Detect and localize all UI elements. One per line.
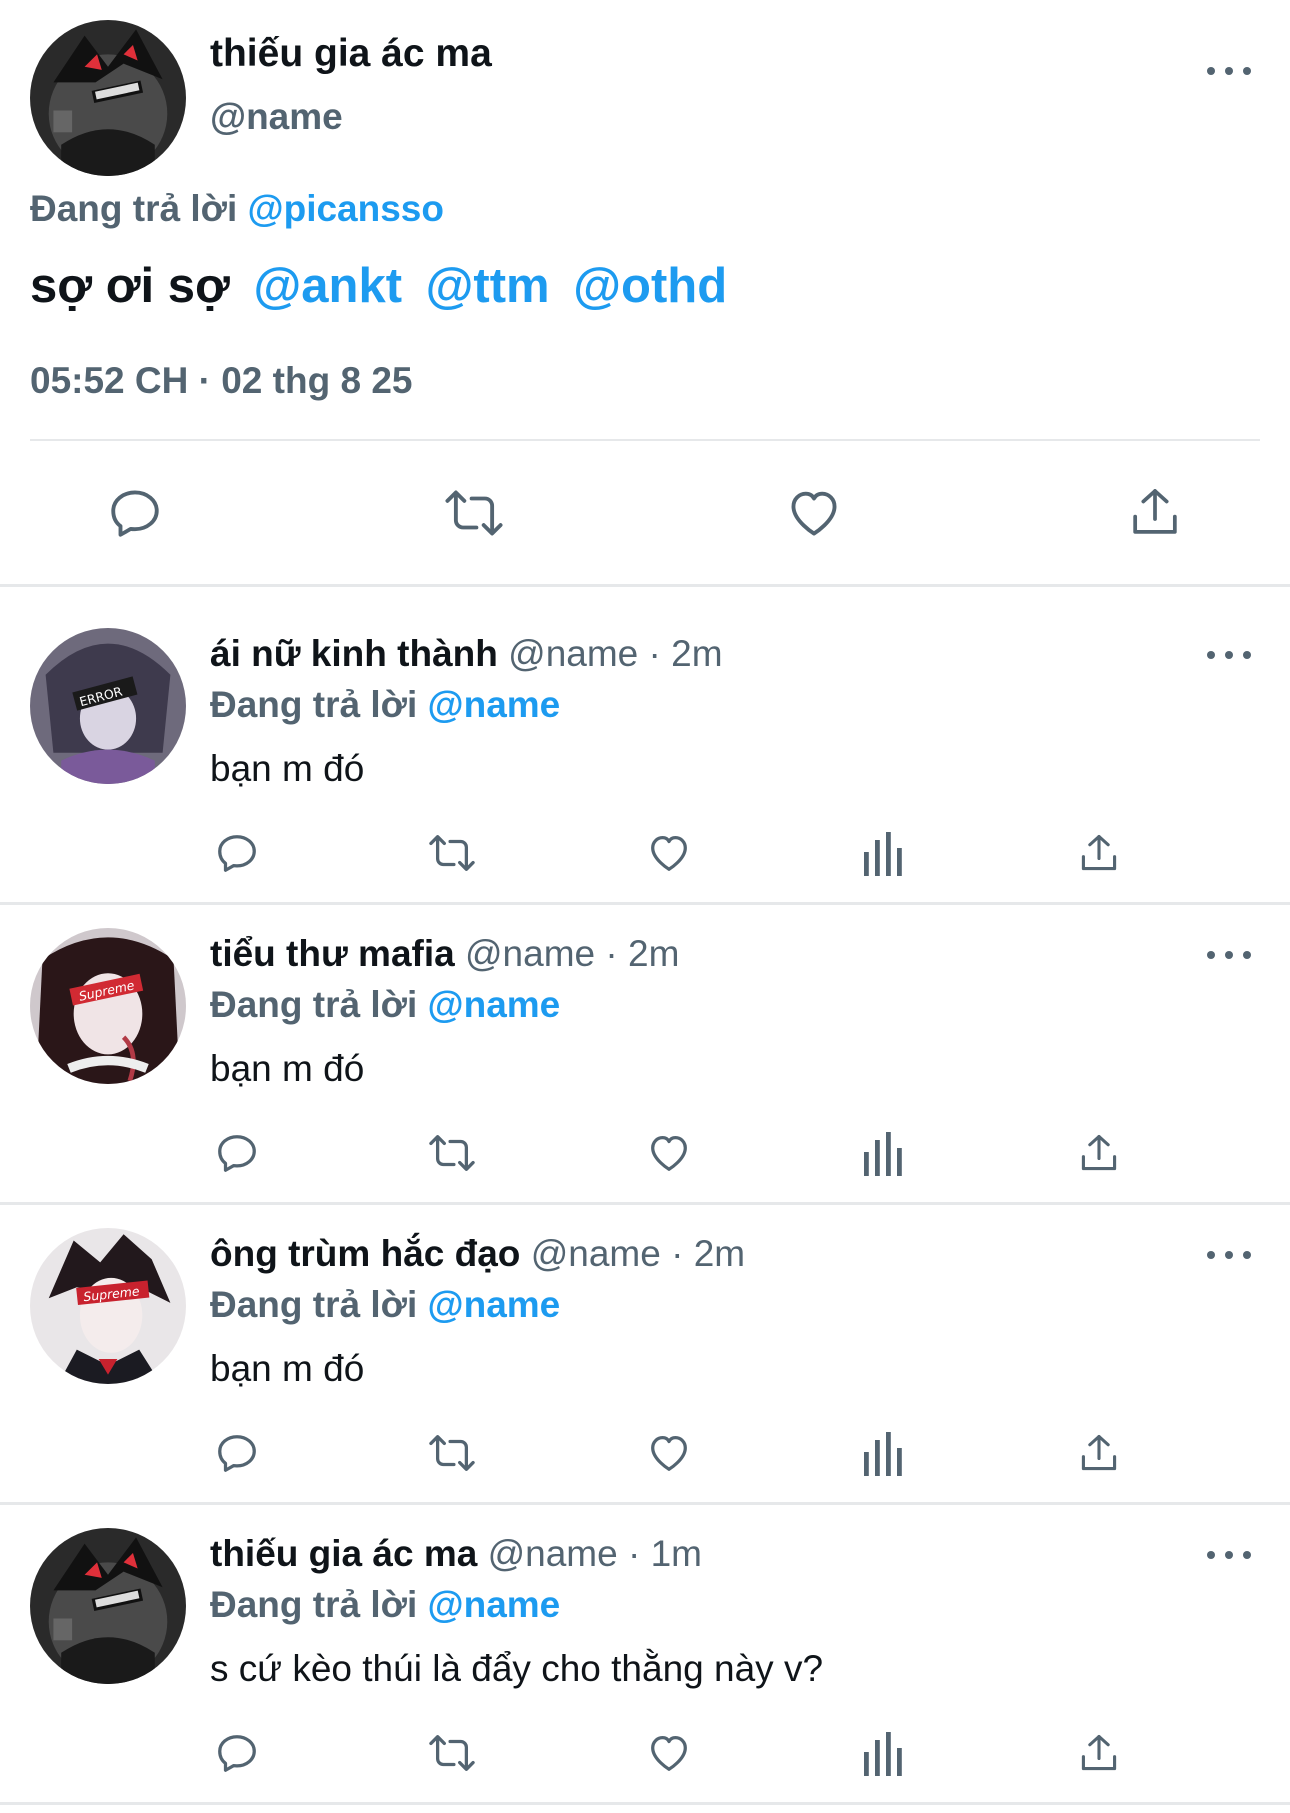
like-icon[interactable] (645, 1130, 693, 1176)
analytics-icon[interactable] (864, 1132, 904, 1176)
like-icon[interactable] (645, 1730, 693, 1776)
replying-to-mention[interactable]: @name (428, 1284, 561, 1325)
replying-to-mention[interactable]: @picansso (248, 188, 444, 229)
like-icon[interactable] (645, 830, 693, 876)
reply-replying-line: Đang trả lời @name (210, 1284, 560, 1326)
share-icon[interactable] (1077, 1730, 1121, 1776)
reply-author-avatar[interactable]: ERROR (30, 628, 186, 784)
main-more-icon[interactable] (1207, 61, 1251, 81)
retweet-icon[interactable] (425, 1130, 479, 1176)
like-icon[interactable] (784, 484, 844, 542)
section-separator (0, 584, 1290, 587)
main-timestamp[interactable]: 05:52 CH · 02 thg 8 25 (30, 360, 412, 402)
meta-separator: · (628, 1533, 641, 1574)
section-separator (0, 1802, 1290, 1805)
reply-author-avatar[interactable] (30, 1528, 186, 1684)
retweet-icon[interactable] (425, 1730, 479, 1776)
share-icon[interactable] (1127, 482, 1183, 542)
like-icon[interactable] (645, 1430, 693, 1476)
retweet-icon[interactable] (425, 830, 479, 876)
main-author-avatar[interactable] (30, 20, 186, 176)
share-icon[interactable] (1077, 830, 1121, 876)
reply-author-avatar[interactable]: Supreme (30, 928, 186, 1084)
replying-to-mention[interactable]: @name (428, 684, 561, 725)
reply-replying-line: Đang trả lời @name (210, 984, 560, 1026)
reply-more-icon[interactable] (1207, 1245, 1251, 1265)
analytics-icon[interactable] (864, 832, 904, 876)
reply-author-handle[interactable]: @name (531, 1233, 661, 1274)
reply-more-icon[interactable] (1207, 945, 1251, 965)
analytics-icon[interactable] (864, 1732, 904, 1776)
reply-icon[interactable] (214, 1730, 260, 1776)
mention-link[interactable]: @ankt (253, 259, 402, 313)
reply-text: bạn m đó (210, 1348, 365, 1389)
reply-author-name[interactable]: ái nữ kinh thành (210, 633, 498, 674)
divider (30, 439, 1260, 441)
avatar-anime-boy-dark-icon (30, 1528, 186, 1684)
reply-replying-line: Đang trả lời @name (210, 1584, 560, 1626)
reply-author-name[interactable]: ông trùm hắc đạo (210, 1233, 520, 1274)
reply-icon[interactable] (106, 484, 164, 542)
avatar-anime-girl-error-icon: ERROR (30, 628, 186, 784)
retweet-icon[interactable] (425, 1430, 479, 1476)
reply-text: s cứ kèo thúi là đẩy cho thằng này v? (210, 1648, 824, 1689)
reply-author-handle[interactable]: @name (465, 933, 595, 974)
section-separator (0, 902, 1290, 905)
mention-link[interactable]: @ttm (426, 259, 550, 313)
reply-time[interactable]: 2m (694, 1233, 745, 1274)
tweet-text-prefix: sợ ơi sợ (30, 259, 230, 313)
replying-label: Đang trả lời (30, 188, 238, 229)
avatar-anime-boy-supreme-icon: Supreme (30, 1228, 186, 1384)
replying-to-mention[interactable]: @name (428, 984, 561, 1025)
analytics-icon[interactable] (864, 1432, 904, 1476)
reply-header: ái nữ kinh thành @name · 2m (210, 633, 723, 675)
meta-separator: · (605, 933, 618, 974)
reply-icon[interactable] (214, 1130, 260, 1176)
avatar-anime-girl-supreme-icon: Supreme (30, 928, 186, 1084)
avatar-anime-boy-dark-icon (30, 20, 186, 176)
replying-label: Đang trả lời (210, 1584, 418, 1625)
meta-separator: · (671, 1233, 684, 1274)
replying-label: Đang trả lời (210, 984, 418, 1025)
main-author-name[interactable]: thiếu gia ác ma (210, 32, 492, 76)
main-author-handle[interactable]: @name (210, 96, 343, 138)
reply-icon[interactable] (214, 1430, 260, 1476)
reply-more-icon[interactable] (1207, 645, 1251, 665)
reply-time[interactable]: 2m (628, 933, 679, 974)
main-tweet-text: sợ ơi sợ @ankt @ttm @othd (30, 258, 727, 314)
replying-label: Đang trả lời (210, 1284, 418, 1325)
reply-header: thiếu gia ác ma @name · 1m (210, 1533, 702, 1575)
reply-header: ông trùm hắc đạo @name · 2m (210, 1233, 745, 1275)
reply-author-handle[interactable]: @name (508, 633, 638, 674)
replying-to-mention[interactable]: @name (428, 1584, 561, 1625)
share-icon[interactable] (1077, 1130, 1121, 1176)
reply-author-name[interactable]: tiểu thư mafia (210, 933, 455, 974)
main-replying-line: Đang trả lời @picansso (30, 188, 444, 230)
share-icon[interactable] (1077, 1430, 1121, 1476)
reply-author-name[interactable]: thiếu gia ác ma (210, 1533, 477, 1574)
reply-more-icon[interactable] (1207, 1545, 1251, 1565)
reply-time[interactable]: 2m (671, 633, 722, 674)
replying-label: Đang trả lời (210, 684, 418, 725)
retweet-icon[interactable] (441, 484, 507, 542)
section-separator (0, 1502, 1290, 1505)
section-separator (0, 1202, 1290, 1205)
reply-text: bạn m đó (210, 1048, 365, 1089)
reply-replying-line: Đang trả lời @name (210, 684, 560, 726)
reply-author-handle[interactable]: @name (488, 1533, 618, 1574)
reply-header: tiểu thư mafia @name · 2m (210, 933, 679, 975)
reply-time[interactable]: 1m (651, 1533, 702, 1574)
reply-icon[interactable] (214, 830, 260, 876)
reply-author-avatar[interactable]: Supreme (30, 1228, 186, 1384)
meta-separator: · (648, 633, 661, 674)
reply-text: bạn m đó (210, 748, 365, 789)
mention-link[interactable]: @othd (573, 259, 727, 313)
